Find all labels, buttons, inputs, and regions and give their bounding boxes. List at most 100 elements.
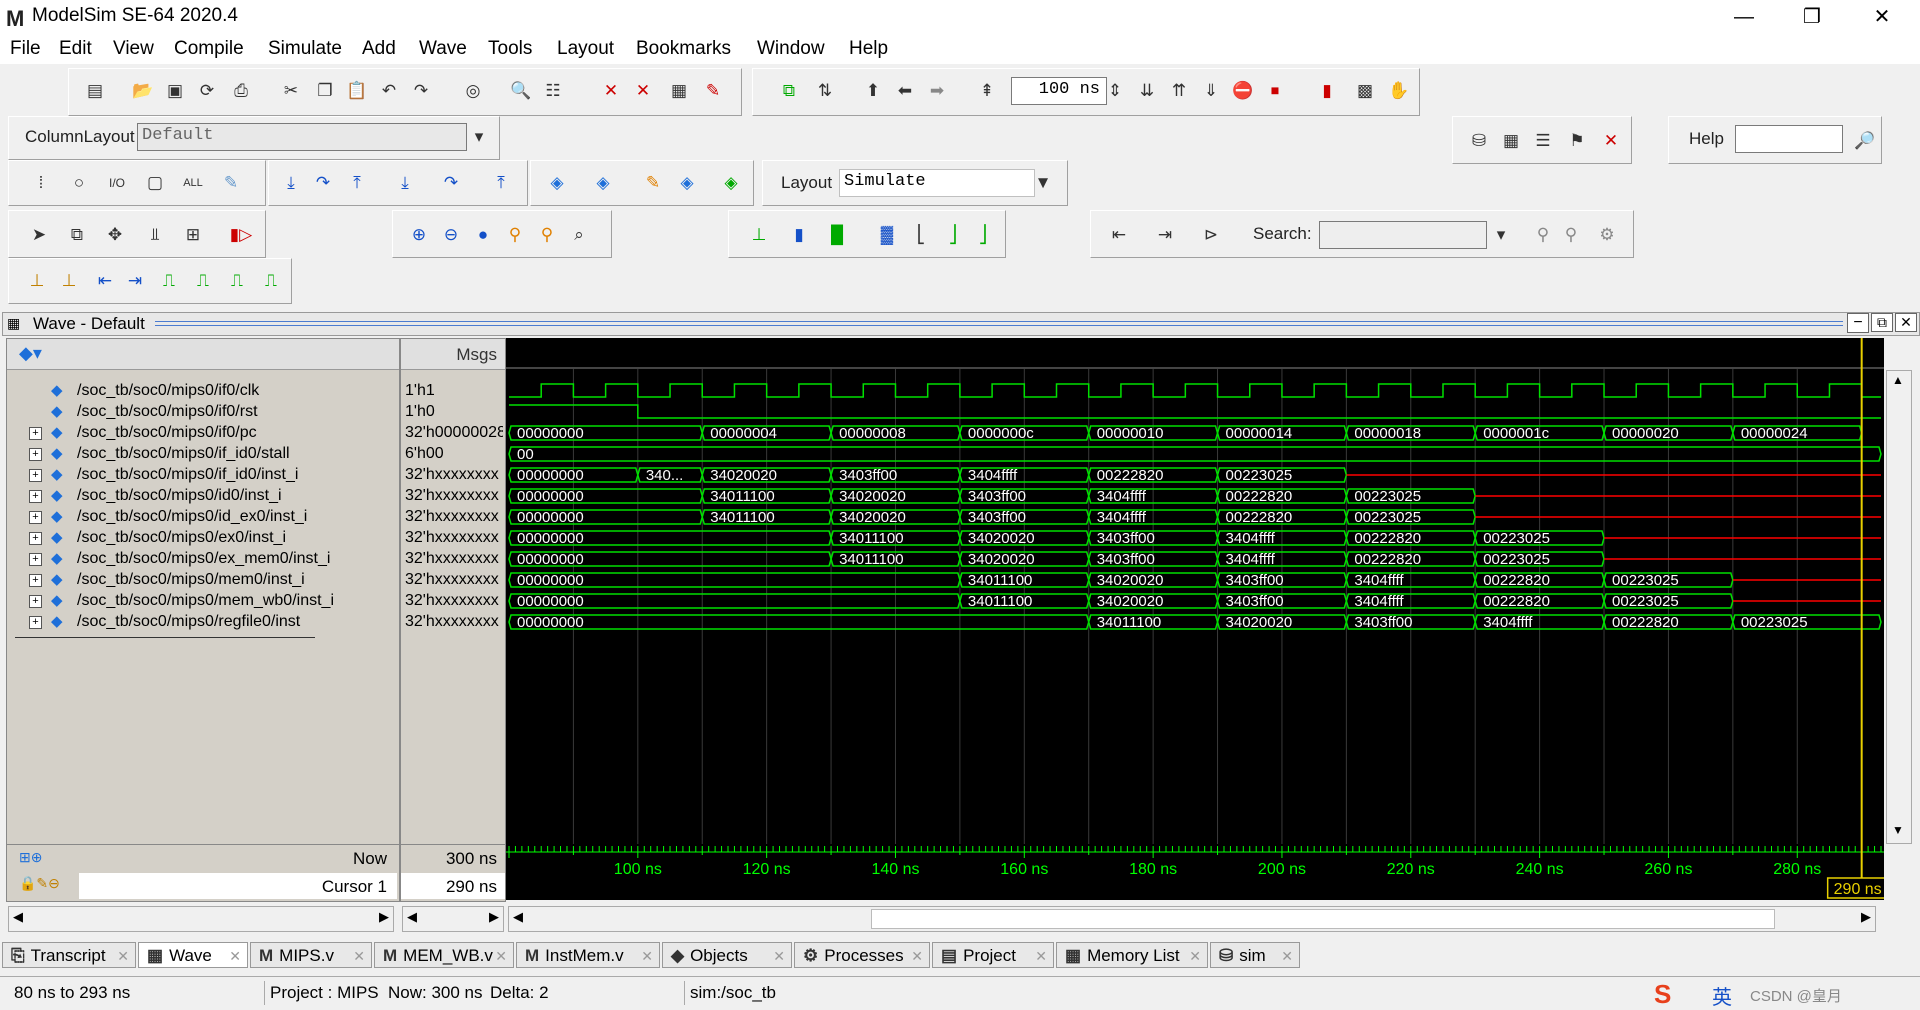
paste-icon[interactable]: 📋 — [345, 79, 369, 103]
bookmark-goto-icon[interactable]: ⚑ — [1565, 129, 1589, 153]
stop-wave-icon[interactable]: ▮▷ — [229, 223, 253, 247]
scroll-down-icon[interactable]: ▼ — [1892, 823, 1904, 837]
expand-icon[interactable]: + — [29, 553, 42, 566]
menu-add[interactable]: Add — [362, 38, 396, 60]
column-layout-select[interactable]: Default — [137, 123, 467, 151]
back-icon[interactable]: ⬅ — [893, 79, 917, 103]
search-options-icon[interactable]: ⚙ — [1595, 223, 1619, 247]
tab-wave[interactable]: ▦ Wave ✕ — [138, 942, 248, 968]
performance-icon[interactable]: ▮ — [1315, 79, 1339, 103]
chevron-down-icon[interactable]: ▾ — [467, 125, 491, 149]
expand-icon[interactable]: + — [29, 448, 42, 461]
menu-bookmarks[interactable]: Bookmarks — [636, 38, 731, 60]
wave-height-icon[interactable]: ▮ — [787, 223, 811, 247]
hand-icon[interactable]: ✋ — [1387, 79, 1411, 103]
expression-icon[interactable]: ⊳ — [1199, 223, 1223, 247]
invert-icon[interactable]: ⇤ — [93, 269, 117, 293]
internal-filter-icon[interactable]: ▢ — [143, 171, 167, 195]
edge-next-icon[interactable]: ⎦ — [941, 223, 965, 247]
waveform-canvas[interactable]: 00000000 00000004 00000008 0000000c 00000010… — [506, 338, 1884, 844]
signal-name[interactable]: /soc_tb/soc0/mips0/id_ex0/inst_i — [77, 508, 307, 526]
step-up-icon[interactable]: ⬆ — [861, 79, 885, 103]
expand-icon[interactable]: + — [29, 427, 42, 440]
zoom-select-icon[interactable]: ⌕ — [567, 223, 591, 247]
help-input[interactable] — [1735, 125, 1843, 153]
find-icon[interactable]: 🔍 — [509, 79, 533, 103]
bookmark-add-icon[interactable]: ⛁ — [1467, 129, 1491, 153]
expand-icon[interactable]: + — [29, 490, 42, 503]
wrench-icon[interactable]: ✎ — [219, 171, 243, 195]
new-file-icon[interactable]: ▤ — [83, 79, 107, 103]
stretch-edge-icon[interactable]: ⎍ — [157, 269, 181, 293]
signal-name[interactable]: /soc_tb/soc0/mips0/id0/inst_i — [77, 487, 282, 505]
restart-icon[interactable]: ⧉ — [777, 79, 801, 103]
scroll-left-icon[interactable]: ◀ — [513, 909, 523, 925]
zoom-cursor-icon[interactable]: ⚲ — [503, 223, 527, 247]
scroll-left-icon[interactable]: ◀ — [407, 909, 417, 925]
sogou-ime-icon[interactable]: S — [1654, 979, 1671, 1010]
edge-rise-icon[interactable]: ⎣ — [909, 223, 933, 247]
stretch-mode-icon[interactable]: ⊞ — [181, 223, 205, 247]
break-icon[interactable]: ✕ — [599, 79, 623, 103]
all-filter-icon[interactable]: ALL — [181, 171, 205, 195]
menu-compile[interactable]: Compile — [174, 38, 244, 60]
wave-window-drag-bar[interactable] — [155, 321, 1843, 326]
wave-hscroll-thumb[interactable] — [871, 909, 1775, 929]
values-hscrollbar[interactable]: ◀ ▶ — [402, 906, 504, 932]
wave-object-icon[interactable]: ◆▾ — [19, 343, 42, 364]
step-over-menu-icon[interactable]: ↷ — [439, 171, 463, 195]
menu-edit[interactable]: Edit — [59, 38, 92, 60]
zoom-full-icon[interactable]: ● — [471, 223, 495, 247]
clear-icon[interactable]: ✎ — [701, 79, 725, 103]
search-next-icon[interactable]: ⚲ — [1559, 223, 1583, 247]
menu-help[interactable]: Help — [849, 38, 888, 60]
chevron-down-icon[interactable]: ▼ — [1031, 171, 1055, 195]
signal-name[interactable]: /soc_tb/soc0/mips0/regfile0/inst — [77, 613, 300, 631]
signal-name[interactable]: /soc_tb/soc0/mips0/ex0/inst_i — [77, 529, 286, 547]
signal-name[interactable]: /soc_tb/soc0/mips0/if0/pc — [77, 424, 257, 442]
input-filter-icon[interactable]: ⁞ — [29, 171, 53, 195]
ime-language[interactable]: 英 — [1712, 981, 1732, 1010]
step-into-icon[interactable]: ⤓ — [279, 171, 303, 195]
zoom-mode-icon[interactable]: ⧉ — [65, 223, 89, 247]
signal-name[interactable]: /soc_tb/soc0/mips0/mem0/inst_i — [77, 571, 305, 589]
menu-wave[interactable]: Wave — [419, 38, 467, 60]
signal-name[interactable]: /soc_tb/soc0/mips0/if_id0/stall — [77, 445, 290, 463]
expand-icon[interactable]: + — [29, 469, 42, 482]
time-ruler[interactable]: 100 ns 120 ns 140 ns 160 ns 180 ns 200 ns 220 … — [506, 844, 1889, 900]
tab-close-icon[interactable]: ✕ — [117, 943, 129, 969]
tab-close-icon[interactable]: ✕ — [1189, 943, 1201, 969]
tab-project[interactable]: ▤ Project ✕ — [932, 942, 1054, 968]
step-into-menu-icon[interactable]: ⤓ — [393, 171, 417, 195]
tab-close-icon[interactable]: ✕ — [495, 943, 507, 969]
tab-mem-wb-v[interactable]: M MEM_WB.v ✕ — [374, 942, 514, 968]
menu-tools[interactable]: Tools — [488, 38, 532, 60]
wave-close-icon[interactable]: ✕ — [1895, 313, 1917, 332]
wave-insert-icon[interactable]: ◈ — [591, 171, 615, 195]
zoom-in-icon[interactable]: ⊕ — [407, 223, 431, 247]
menu-file[interactable]: File — [10, 38, 41, 60]
tab-close-icon[interactable]: ✕ — [641, 943, 653, 969]
close-button[interactable]: ✕ — [1854, 2, 1910, 32]
list-icon[interactable]: ▦ — [667, 79, 691, 103]
tab-objects[interactable]: ◆ Objects ✕ — [662, 942, 792, 968]
prev-transition-icon[interactable]: ⇤ — [1107, 223, 1131, 247]
tab-close-icon[interactable]: ✕ — [911, 943, 923, 969]
output-filter-icon[interactable]: ○ — [67, 171, 91, 195]
vertical-scrollbar[interactable]: ▲ ▼ — [1886, 370, 1912, 844]
search-input[interactable] — [1319, 221, 1487, 249]
mirror-icon[interactable]: ⇥ — [123, 269, 147, 293]
wave-group-icon[interactable]: ◈ — [675, 171, 699, 195]
open-icon[interactable]: 📂 — [131, 79, 155, 103]
insert-edge-icon[interactable]: ⊥ — [25, 269, 49, 293]
pan-mode-icon[interactable]: ✥ — [103, 223, 127, 247]
step-out-menu-icon[interactable]: ⤒ — [489, 171, 513, 195]
step-out-icon[interactable]: ⤒ — [345, 171, 369, 195]
scroll-left-icon[interactable]: ◀ — [13, 909, 23, 925]
run-length-spinner-icon[interactable]: ⇕ — [1107, 79, 1123, 103]
menu-window[interactable]: Window — [757, 38, 825, 60]
tab-close-icon[interactable]: ✕ — [353, 943, 365, 969]
next-transition-icon[interactable]: ⇥ — [1153, 223, 1177, 247]
layout-select[interactable]: Simulate — [839, 169, 1035, 197]
wave-add-icon[interactable]: ◈ — [545, 171, 569, 195]
